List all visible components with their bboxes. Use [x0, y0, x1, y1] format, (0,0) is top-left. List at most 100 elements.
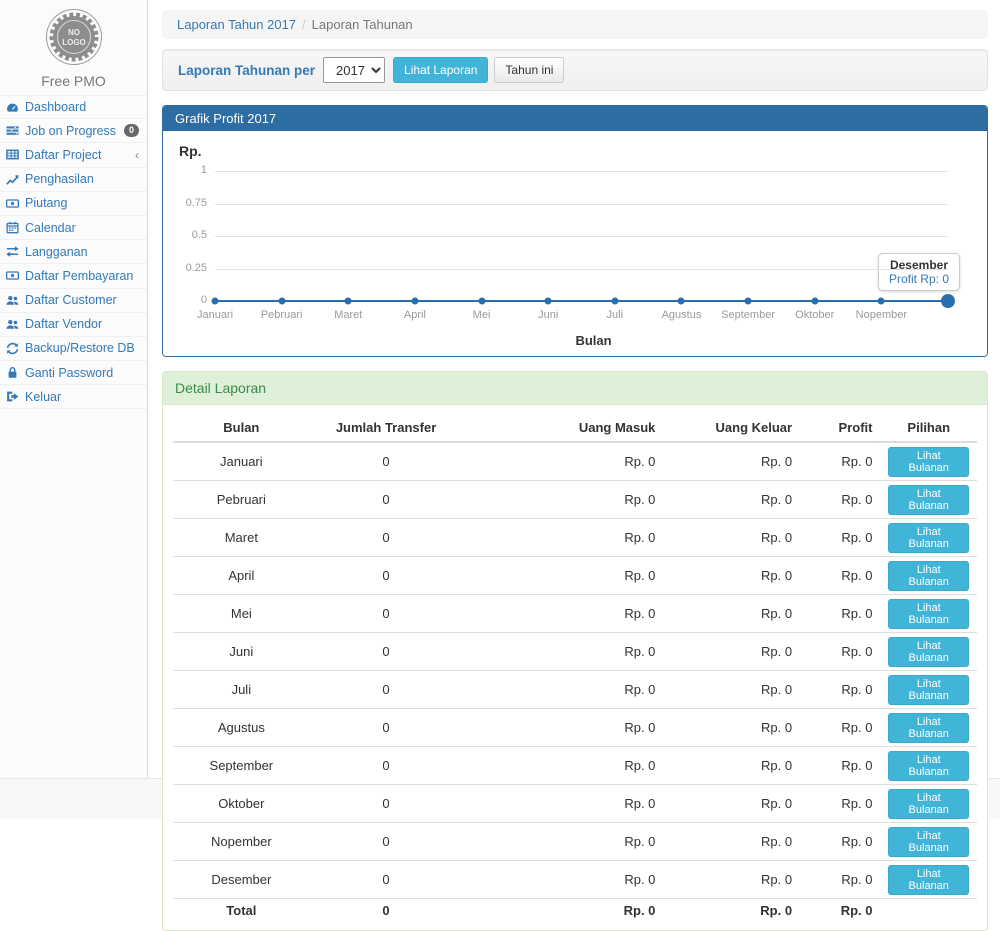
data-point-juni[interactable]	[545, 298, 552, 305]
data-point-april[interactable]	[411, 298, 418, 305]
lihat-bulanan-button[interactable]: Lihat Bulanan	[888, 675, 969, 705]
detail-panel-title: Detail Laporan	[163, 372, 987, 405]
data-point-agustus[interactable]	[678, 298, 685, 305]
data-point-mei[interactable]	[478, 298, 485, 305]
cell-bulan: Juli	[173, 671, 310, 709]
chevron-left-icon: ‹	[135, 148, 139, 162]
cell-bulan: Desember	[173, 861, 310, 899]
lihat-bulanan-button[interactable]: Lihat Bulanan	[888, 751, 969, 781]
cell-uang-keluar: Rp. 0	[663, 709, 800, 747]
lihat-bulanan-button[interactable]: Lihat Bulanan	[888, 523, 969, 553]
grid-line	[215, 269, 948, 270]
data-point-nopember[interactable]	[878, 298, 885, 305]
cell-jumlah-transfer: 0	[310, 557, 463, 595]
sidebar-menu: DashboardJob on Progress0Daftar Project‹…	[0, 95, 147, 409]
lihat-bulanan-button[interactable]: Lihat Bulanan	[888, 599, 969, 629]
cell-jumlah-transfer: 0	[310, 709, 463, 747]
chart-panel-title: Grafik Profit 2017	[163, 106, 987, 131]
table-row-oktober: Oktober0Rp. 0Rp. 0Rp. 0Lihat Bulanan	[173, 785, 977, 823]
sidebar-item-langganan[interactable]: Langganan	[0, 240, 147, 264]
sidebar-item-daftar-vendor[interactable]: Daftar Vendor	[0, 313, 147, 337]
lihat-bulanan-button[interactable]: Lihat Bulanan	[888, 713, 969, 743]
brand-name: Free PMO	[0, 73, 147, 89]
sidebar-item-label: Langganan	[25, 245, 139, 259]
total-uang-masuk: Rp. 0	[462, 899, 663, 922]
filter-label: Laporan Tahunan per	[178, 63, 315, 78]
data-point-juli[interactable]	[611, 298, 618, 305]
money-icon	[6, 269, 21, 282]
sidebar-item-daftar-pembayaran[interactable]: Daftar Pembayaran	[0, 264, 147, 288]
breadcrumb-link-laporan-tahun[interactable]: Laporan Tahun 2017	[177, 17, 296, 32]
cell-bulan: Oktober	[173, 785, 310, 823]
cell-jumlah-transfer: 0	[310, 671, 463, 709]
cell-uang-keluar: Rp. 0	[663, 671, 800, 709]
sidebar-item-piutang[interactable]: Piutang	[0, 192, 147, 216]
tooltip-title: Desember	[889, 258, 949, 272]
cell-jumlah-transfer: 0	[310, 519, 463, 557]
cell-profit: Rp. 0	[800, 671, 880, 709]
sidebar-item-calendar[interactable]: Calendar	[0, 216, 147, 240]
chart-area: 00.250.50.751 Desember Profit Rp: 0 Janu…	[175, 171, 972, 329]
data-point-pebruari[interactable]	[278, 298, 285, 305]
cell-pilihan: Lihat Bulanan	[880, 785, 977, 823]
header-uang-masuk: Uang Masuk	[462, 414, 663, 442]
x-tick-label: Juli	[607, 309, 624, 321]
users-icon	[6, 294, 21, 307]
sign-out-icon	[6, 390, 21, 403]
cell-jumlah-transfer: 0	[310, 747, 463, 785]
table-row-nopember: Nopember0Rp. 0Rp. 0Rp. 0Lihat Bulanan	[173, 823, 977, 861]
cell-uang-masuk: Rp. 0	[462, 595, 663, 633]
cell-bulan: Januari	[173, 442, 310, 481]
grid-line	[215, 236, 948, 237]
sidebar-item-keluar[interactable]: Keluar	[0, 385, 147, 409]
data-point-desember[interactable]	[941, 294, 955, 308]
lihat-bulanan-button[interactable]: Lihat Bulanan	[888, 561, 969, 591]
sidebar-item-label: Keluar	[25, 390, 139, 404]
sidebar-item-backup-restore-db[interactable]: Backup/Restore DB	[0, 337, 147, 361]
chart-tooltip: Desember Profit Rp: 0	[878, 253, 960, 291]
header-pilihan: Pilihan	[880, 414, 977, 442]
lihat-bulanan-button[interactable]: Lihat Bulanan	[888, 827, 969, 857]
lihat-bulanan-button[interactable]: Lihat Bulanan	[888, 637, 969, 667]
cell-profit: Rp. 0	[800, 709, 880, 747]
tahun-ini-button[interactable]: Tahun ini	[494, 57, 564, 83]
lihat-bulanan-button[interactable]: Lihat Bulanan	[888, 485, 969, 515]
x-tick-label: Mei	[473, 309, 491, 321]
data-point-oktober[interactable]	[811, 298, 818, 305]
table-row-agustus: Agustus0Rp. 0Rp. 0Rp. 0Lihat Bulanan	[173, 709, 977, 747]
header-profit: Profit	[800, 414, 880, 442]
header-jumlah-transfer: Jumlah Transfer	[310, 414, 463, 442]
cell-jumlah-transfer: 0	[310, 481, 463, 519]
sidebar-item-label: Daftar Pembayaran	[25, 269, 139, 283]
total-pilihan-empty	[880, 899, 977, 922]
lihat-bulanan-button[interactable]: Lihat Bulanan	[888, 447, 969, 477]
cell-bulan: Pebruari	[173, 481, 310, 519]
table-row-maret: Maret0Rp. 0Rp. 0Rp. 0Lihat Bulanan	[173, 519, 977, 557]
sidebar-item-dashboard[interactable]: Dashboard	[0, 95, 147, 119]
cell-pilihan: Lihat Bulanan	[880, 557, 977, 595]
cell-profit: Rp. 0	[800, 481, 880, 519]
job-count-badge: 0	[124, 124, 139, 137]
app-window: NO LOGO Free PMO DashboardJob on Progres…	[0, 0, 1000, 778]
sidebar-item-ganti-password[interactable]: Ganti Password	[0, 361, 147, 385]
cell-pilihan: Lihat Bulanan	[880, 519, 977, 557]
cell-profit: Rp. 0	[800, 519, 880, 557]
data-point-januari[interactable]	[212, 298, 219, 305]
lihat-bulanan-button[interactable]: Lihat Bulanan	[888, 865, 969, 895]
cell-profit: Rp. 0	[800, 861, 880, 899]
cell-jumlah-transfer: 0	[310, 633, 463, 671]
calendar-icon	[6, 221, 21, 234]
cell-uang-masuk: Rp. 0	[462, 519, 663, 557]
cell-uang-masuk: Rp. 0	[462, 557, 663, 595]
table-row-mei: Mei0Rp. 0Rp. 0Rp. 0Lihat Bulanan	[173, 595, 977, 633]
sidebar-item-job-on-progress[interactable]: Job on Progress0	[0, 119, 147, 143]
data-point-maret[interactable]	[345, 298, 352, 305]
lihat-laporan-button[interactable]: Lihat Laporan	[393, 57, 488, 83]
sidebar-item-daftar-customer[interactable]: Daftar Customer	[0, 289, 147, 313]
sidebar-item-daftar-project[interactable]: Daftar Project‹	[0, 143, 147, 167]
lihat-bulanan-button[interactable]: Lihat Bulanan	[888, 789, 969, 819]
year-select[interactable]: 2017	[323, 57, 385, 83]
sidebar-item-penghasilan[interactable]: Penghasilan	[0, 168, 147, 192]
cell-uang-masuk: Rp. 0	[462, 442, 663, 481]
data-point-september[interactable]	[745, 298, 752, 305]
